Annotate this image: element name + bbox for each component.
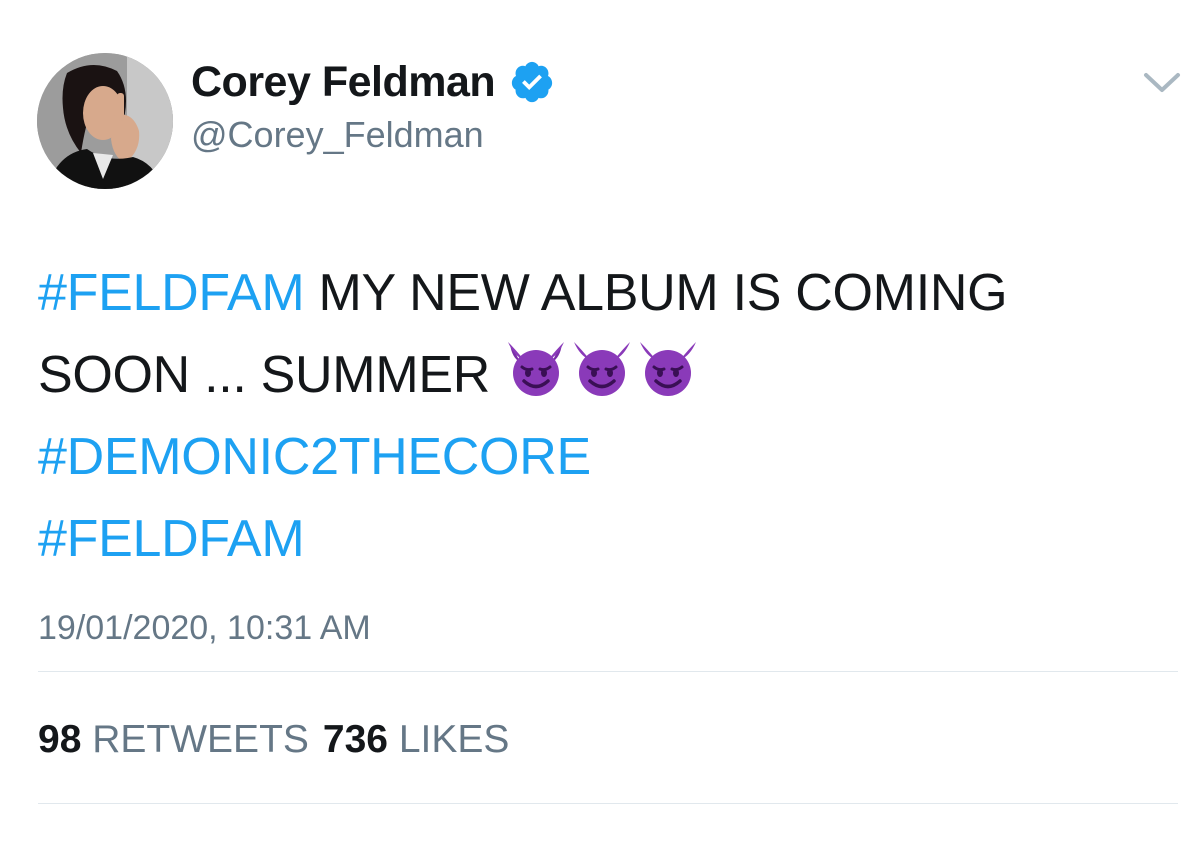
divider bbox=[38, 671, 1178, 672]
retweets-count: 98 bbox=[38, 718, 82, 761]
avatar-photo bbox=[37, 53, 173, 189]
hashtag-link[interactable]: #FELDFAM bbox=[38, 264, 305, 322]
verified-badge-icon bbox=[512, 61, 553, 103]
retweets-label: RETWEETS bbox=[92, 718, 309, 761]
smiling-imp-emoji-icon bbox=[640, 342, 697, 396]
display-name[interactable]: Corey Feldman bbox=[191, 56, 555, 108]
tweet-line-2: SOON ... SUMMER bbox=[38, 334, 1168, 416]
smiling-imp-emoji-icon bbox=[574, 342, 631, 396]
hashtag-link[interactable]: #FELDFAM bbox=[38, 510, 305, 568]
display-name-text: Corey Feldman bbox=[191, 58, 496, 106]
avatar[interactable] bbox=[37, 53, 173, 189]
tweet-text-segment: MY NEW ALBUM IS COMING bbox=[304, 264, 1008, 322]
retweets-stat[interactable]: 98 RETWEETS bbox=[38, 718, 309, 761]
tweet-text: #FELDFAM MY NEW ALBUM IS COMING SOON ...… bbox=[38, 252, 1168, 580]
tweet-timestamp[interactable]: 19/01/2020, 10:31 AM bbox=[38, 606, 371, 650]
hashtag-link[interactable]: #DEMONIC2THECORE bbox=[38, 428, 591, 486]
tweet-stats: 98 RETWEETS 736 LIKES bbox=[38, 716, 509, 764]
chevron-down-icon[interactable] bbox=[1140, 66, 1184, 98]
likes-label: LIKES bbox=[398, 718, 510, 761]
likes-count: 736 bbox=[322, 718, 388, 761]
tweet-line-3: #DEMONIC2THECORE bbox=[38, 416, 1168, 498]
tweet-text-segment: SOON ... SUMMER bbox=[38, 346, 505, 404]
smiling-imp-emoji-icon bbox=[508, 342, 565, 396]
likes-stat[interactable]: 736 LIKES bbox=[323, 718, 510, 761]
user-handle[interactable]: @Corey_Feldman bbox=[191, 112, 484, 158]
tweet-card: Corey Feldman @Corey_Feldman #FELDFAM MY… bbox=[0, 0, 1200, 850]
tweet-line-4: #FELDFAM bbox=[38, 498, 1168, 580]
divider bbox=[38, 803, 1178, 804]
tweet-line-1: #FELDFAM MY NEW ALBUM IS COMING bbox=[38, 252, 1168, 334]
